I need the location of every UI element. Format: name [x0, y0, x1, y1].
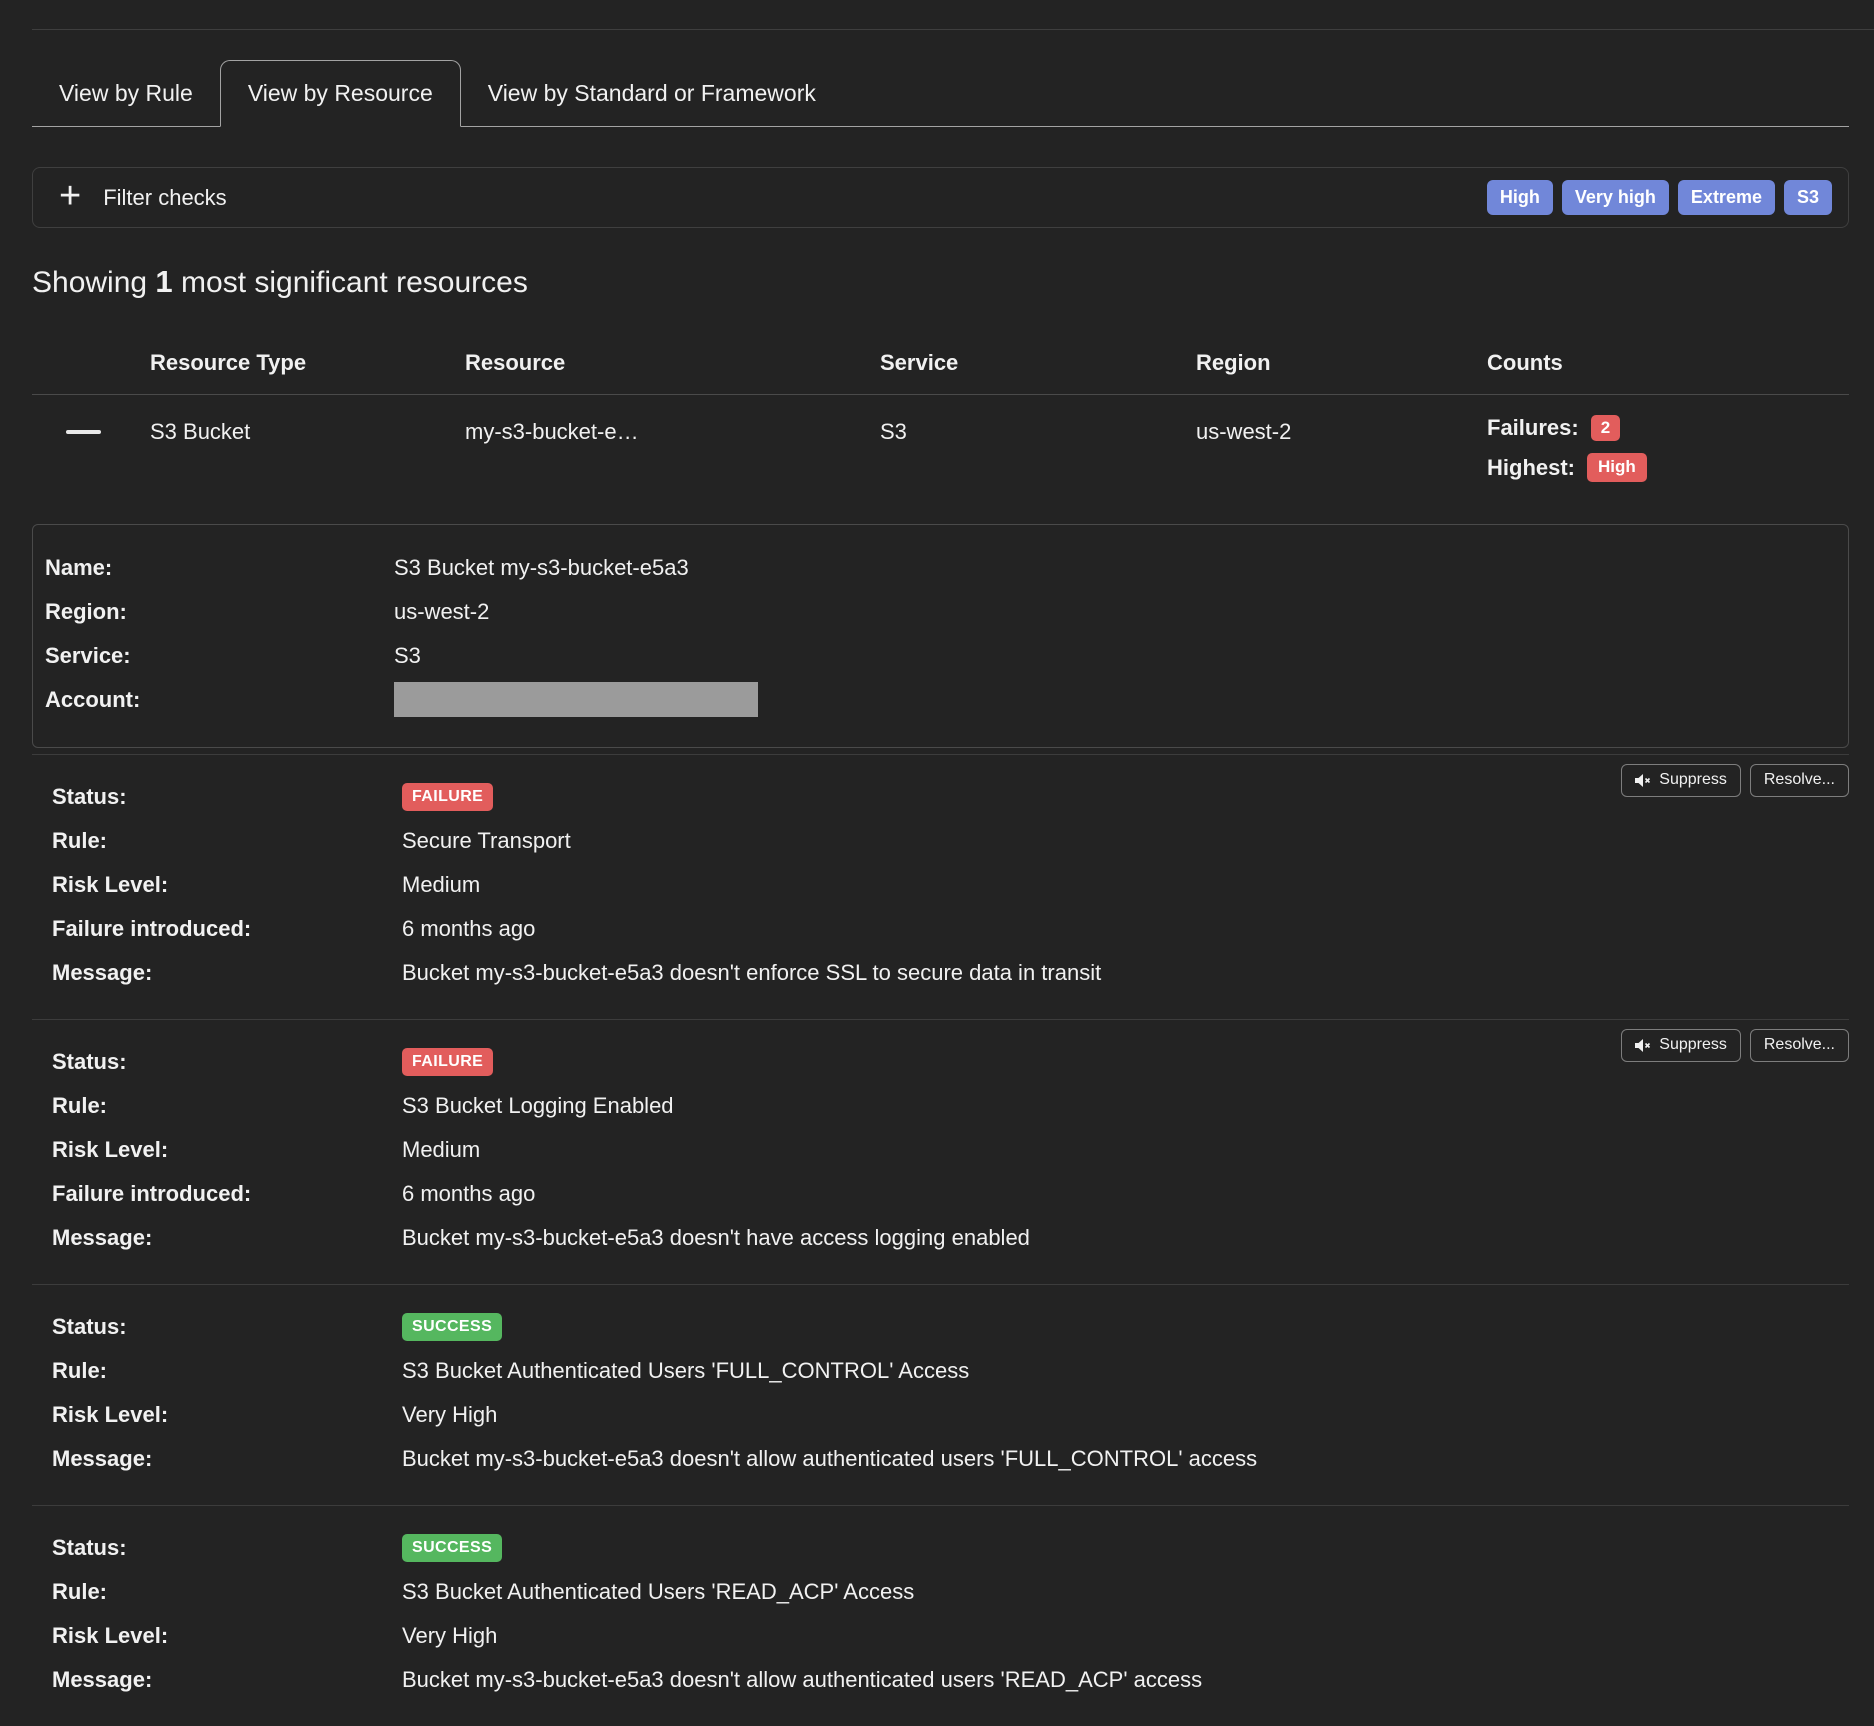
message-value: Bucket my-s3-bucket-e5a3 doesn't allow a…: [402, 1446, 1257, 1472]
suppress-button[interactable]: Suppress: [1621, 764, 1741, 797]
detail-row-region: Region: us-west-2: [45, 590, 1848, 634]
rule-value: S3 Bucket Authenticated Users 'FULL_CONT…: [402, 1358, 969, 1384]
risk-level-value: Very High: [402, 1623, 497, 1649]
cell-region: us-west-2: [1196, 419, 1487, 445]
tab-view-by-standard[interactable]: View by Standard or Framework: [461, 60, 843, 126]
detail-row-account: Account:: [45, 678, 1848, 722]
top-divider: [32, 29, 1874, 30]
message-value: Bucket my-s3-bucket-e5a3 doesn't allow a…: [402, 1667, 1202, 1693]
resource-name-value: S3 Bucket my-s3-bucket-e5a3: [394, 555, 689, 581]
check-read-acp-access: Status: SUCCESS Rule: S3 Bucket Authenti…: [32, 1505, 1849, 1726]
resource-details-panel: Name: S3 Bucket my-s3-bucket-e5a3 Region…: [32, 524, 1849, 748]
filter-badge-extreme[interactable]: Extreme: [1678, 180, 1775, 216]
resource-region-value: us-west-2: [394, 599, 489, 625]
col-header-counts: Counts: [1487, 350, 1849, 376]
resource-service-value: S3: [394, 643, 421, 669]
check-logging-enabled: Status: FAILURE Rule: S3 Bucket Logging …: [32, 1019, 1849, 1284]
cell-resource: my-s3-bucket-e…: [465, 419, 880, 445]
risk-level-value: Medium: [402, 872, 480, 898]
cell-resource-type: S3 Bucket: [150, 419, 465, 445]
rule-value: S3 Bucket Authenticated Users 'READ_ACP'…: [402, 1579, 914, 1605]
tab-view-by-rule[interactable]: View by Rule: [32, 60, 220, 126]
cell-service: S3: [880, 419, 1196, 445]
view-tabs: View by Rule View by Resource View by St…: [32, 60, 1849, 127]
rule-value: S3 Bucket Logging Enabled: [402, 1093, 674, 1119]
status-badge: FAILURE: [402, 1048, 493, 1076]
filter-badge-s3[interactable]: S3: [1784, 180, 1832, 216]
check-secure-transport: Status: FAILURE Rule: Secure Transport R…: [32, 754, 1849, 1019]
tab-view-by-resource[interactable]: View by Resource: [220, 60, 461, 127]
table-header-row: Resource Type Resource Service Region Co…: [32, 350, 1849, 395]
rule-value: Secure Transport: [402, 828, 571, 854]
table-row[interactable]: S3 Bucket my-s3-bucket-e… S3 us-west-2 F…: [32, 395, 1849, 482]
col-header-region: Region: [1196, 350, 1487, 376]
status-badge: SUCCESS: [402, 1313, 502, 1341]
cell-counts: Failures: 2 Highest: High: [1487, 415, 1849, 482]
col-header-resource: Resource: [465, 350, 880, 376]
detail-row-name: Name: S3 Bucket my-s3-bucket-e5a3: [45, 546, 1848, 590]
failures-count-badge: 2: [1591, 415, 1620, 441]
resolve-button[interactable]: Resolve...: [1750, 764, 1849, 797]
col-header-resource-type: Resource Type: [150, 350, 465, 376]
check-full-control-access: Status: SUCCESS Rule: S3 Bucket Authenti…: [32, 1284, 1849, 1505]
risk-level-value: Very High: [402, 1402, 497, 1428]
filter-checks-bar[interactable]: + Filter checks High Very high Extreme S…: [32, 167, 1849, 228]
account-redacted-value: [394, 682, 758, 717]
status-badge: SUCCESS: [402, 1534, 502, 1562]
failure-introduced-value: 6 months ago: [402, 1181, 535, 1207]
result-count: 1: [155, 264, 172, 299]
col-header-service: Service: [880, 350, 1196, 376]
detail-row-service: Service: S3: [45, 634, 1848, 678]
failures-label: Failures:: [1487, 415, 1579, 441]
filter-checks-label: Filter checks: [103, 185, 226, 211]
failure-introduced-value: 6 months ago: [402, 916, 535, 942]
filter-badge-very-high[interactable]: Very high: [1562, 180, 1669, 216]
active-filter-badges: High Very high Extreme S3: [1487, 180, 1832, 216]
plus-icon: +: [59, 177, 81, 215]
collapse-row-icon[interactable]: [66, 430, 101, 434]
highest-risk-badge: High: [1587, 453, 1647, 481]
message-value: Bucket my-s3-bucket-e5a3 doesn't have ac…: [402, 1225, 1030, 1251]
highest-label: Highest:: [1487, 455, 1575, 481]
mute-icon: [1635, 1038, 1652, 1053]
status-badge: FAILURE: [402, 783, 493, 811]
mute-icon: [1635, 773, 1652, 788]
suppress-button[interactable]: Suppress: [1621, 1029, 1741, 1062]
risk-level-value: Medium: [402, 1137, 480, 1163]
message-value: Bucket my-s3-bucket-e5a3 doesn't enforce…: [402, 960, 1101, 986]
resolve-button[interactable]: Resolve...: [1750, 1029, 1849, 1062]
filter-badge-high[interactable]: High: [1487, 180, 1553, 216]
results-summary: Showing 1 most significant resources: [32, 264, 1874, 300]
